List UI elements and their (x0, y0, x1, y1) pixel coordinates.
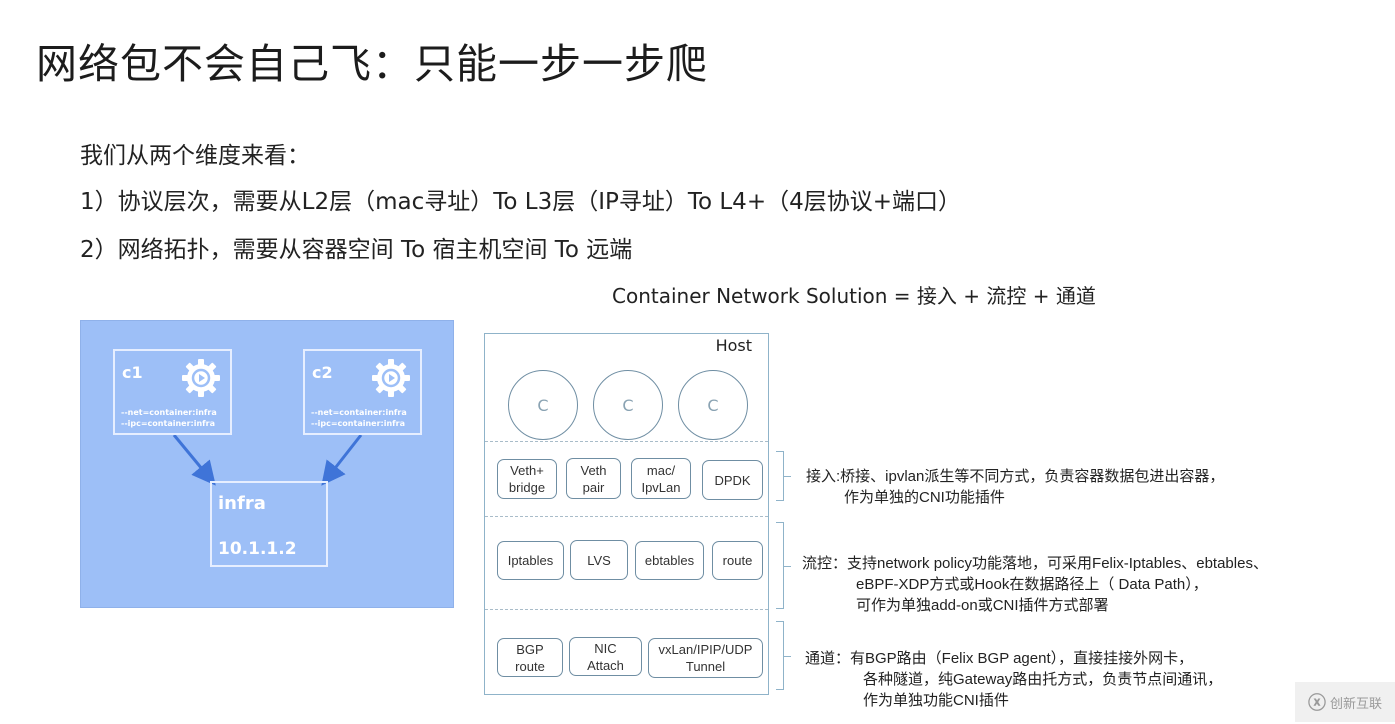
logo-icon: ⓧ (1307, 693, 1326, 714)
desc-flow: 流控：支持network policy功能落地，可采用Felix-Iptable… (802, 553, 1268, 616)
slide-title: 网络包不会自己飞：只能一步一步爬 (36, 40, 708, 88)
comp-dpdk: DPDK (702, 460, 763, 500)
gear-play-icon (182, 359, 220, 397)
desc-channel: 通道：有BGP路由（Felix BGP agent），直接挂接外网卡， 各种隧道… (805, 648, 1222, 711)
watermark-text: 创新互联 (1329, 696, 1382, 712)
flag-net: --net=container:infra (311, 408, 407, 417)
container-circle: C (593, 370, 663, 440)
gear-play-icon (372, 359, 410, 397)
bracket-channel (776, 621, 791, 690)
host-label: Host (715, 336, 752, 355)
desc-access-line: 接入:桥接、ipvlan派生等不同方式，负责容器数据包进出容器， (806, 468, 1225, 485)
container-c1: c1 --net=container:infra --ipc=container… (113, 349, 232, 435)
intro-text: 我们从两个维度来看： (80, 143, 310, 169)
infra-ip: 10.1.1.2 (218, 539, 297, 559)
desc-channel-line: 通道：有BGP路由（Felix BGP agent），直接挂接外网卡， (805, 650, 1194, 667)
comp-nic-attach: NIC Attach (569, 637, 642, 676)
container-circle: C (508, 370, 578, 440)
arrow-c1-to-infra (172, 434, 216, 486)
desc-channel-line: 作为单独功能CNI插件 (863, 692, 1009, 709)
infra-container: infra 10.1.1.2 (210, 481, 328, 567)
infra-name: infra (218, 493, 266, 514)
comp-bgp-route: BGP route (497, 638, 563, 677)
comp-veth-bridge: Veth+ bridge (497, 459, 557, 499)
flag-ipc: --ipc=container:infra (311, 419, 405, 428)
container-name: c1 (122, 363, 143, 382)
comp-tunnel: vxLan/IPIP/UDP Tunnel (648, 638, 763, 678)
desc-access-line: 作为单独的CNI功能插件 (844, 489, 1005, 506)
point-network-topology: 2）网络拓扑，需要从容器空间 To 宿主机空间 To 远端 (80, 237, 633, 263)
desc-channel-line: 各种隧道，纯Gateway路由托方式，负责节点间通讯， (863, 671, 1223, 688)
watermark: ⓧ 创新互联 (1295, 682, 1395, 722)
host-diagram: Host C C C Veth+ bridge Veth pair mac/ I… (484, 333, 769, 695)
desc-flow-line: eBPF-XDP方式或Hook在数据路径上（ Data Path）， (856, 576, 1208, 593)
pod-diagram: c1 --net=container:infra --ipc=container… (80, 320, 454, 608)
desc-flow-line: 流控：支持network policy功能落地，可采用Felix-Iptable… (802, 555, 1268, 572)
container-name: c2 (312, 363, 333, 382)
formula-text: Container Network Solution = 接入 + 流控 + 通… (612, 284, 1096, 308)
bracket-access (776, 451, 791, 501)
arrow-c2-to-infra (321, 434, 363, 486)
flag-ipc: --ipc=container:infra (121, 419, 215, 428)
flag-net: --net=container:infra (121, 408, 217, 417)
container-circle: C (678, 370, 748, 440)
divider (485, 609, 768, 610)
comp-lvs: LVS (570, 540, 628, 580)
point-protocol-layers: 1）协议层次，需要从L2层（mac寻址）To L3层（IP寻址）To L4+（4… (80, 189, 961, 215)
desc-access: 接入:桥接、ipvlan派生等不同方式，负责容器数据包进出容器， 作为单独的CN… (806, 466, 1224, 508)
bracket-flow (776, 522, 791, 609)
divider (485, 441, 768, 442)
comp-ebtables: ebtables (635, 541, 704, 580)
desc-flow-line: 可作为单独add-on或CNI插件方式部署 (856, 597, 1109, 614)
comp-iptables: Iptables (497, 541, 564, 580)
comp-route: route (712, 541, 763, 580)
divider (485, 516, 768, 517)
comp-mac-ipvlan: mac/ IpvLan (631, 458, 691, 499)
comp-veth-pair: Veth pair (566, 458, 621, 499)
container-c2: c2 --net=container:infra --ipc=container… (303, 349, 422, 435)
